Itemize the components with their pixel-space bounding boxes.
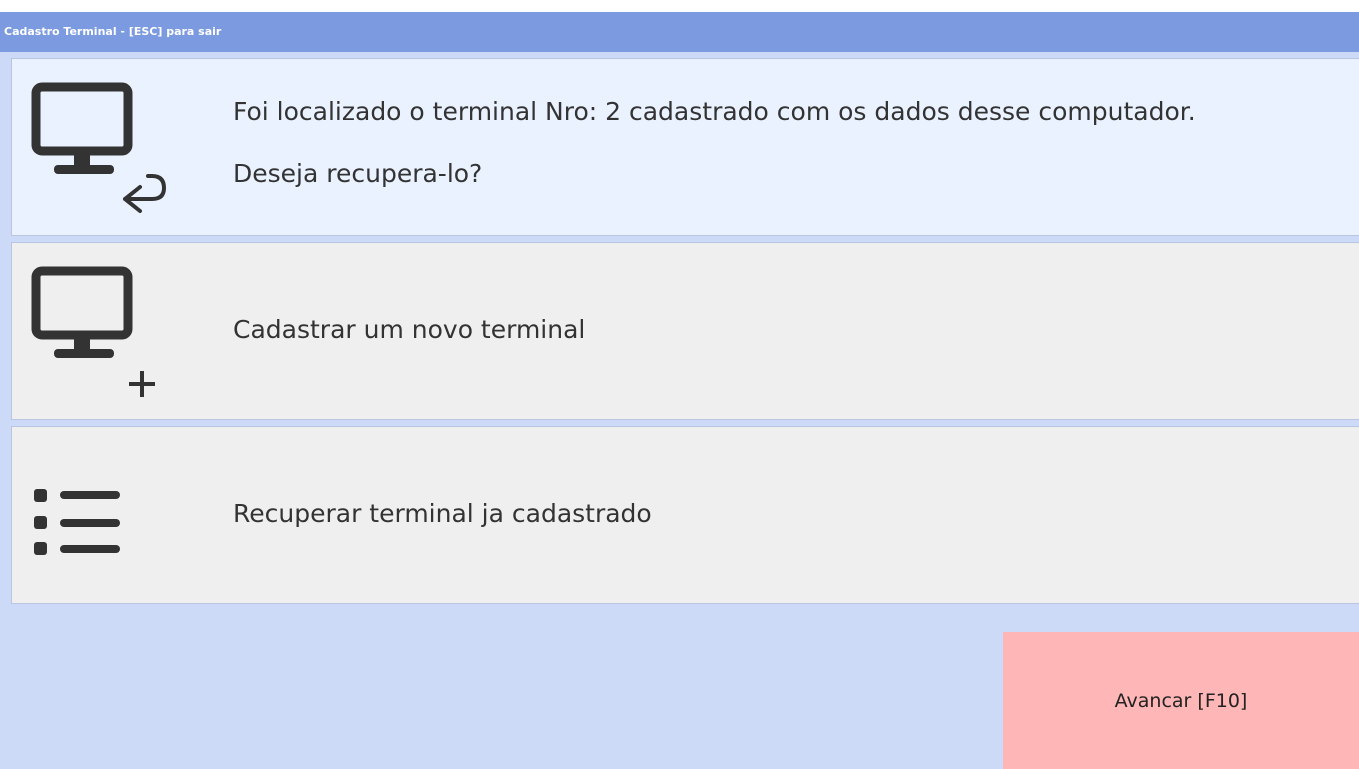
option-recover-found-terminal[interactable]: Foi localizado o terminal Nro: 2 cadastr… bbox=[11, 58, 1359, 236]
option-register-new-terminal[interactable]: Cadastrar um novo terminal bbox=[11, 242, 1359, 420]
option-recover-registered-terminal[interactable]: Recuperar terminal ja cadastrado bbox=[11, 426, 1359, 604]
register-new-terminal-label: Cadastrar um novo terminal bbox=[233, 315, 586, 344]
monitor-undo-icon bbox=[30, 81, 180, 221]
window-title: Cadastro Terminal - [ESC] para sair bbox=[0, 12, 1359, 52]
monitor-add-icon bbox=[30, 265, 180, 405]
found-terminal-message: Foi localizado o terminal Nro: 2 cadastr… bbox=[233, 97, 1196, 126]
recover-registered-terminal-label: Recuperar terminal ja cadastrado bbox=[233, 499, 652, 528]
recover-question: Deseja recupera-lo? bbox=[233, 159, 483, 188]
list-icon bbox=[30, 449, 180, 589]
terminal-registration-window: Cadastro Terminal - [ESC] para sair Foi … bbox=[0, 12, 1359, 769]
advance-button[interactable]: Avancar [F10] bbox=[1003, 632, 1359, 769]
